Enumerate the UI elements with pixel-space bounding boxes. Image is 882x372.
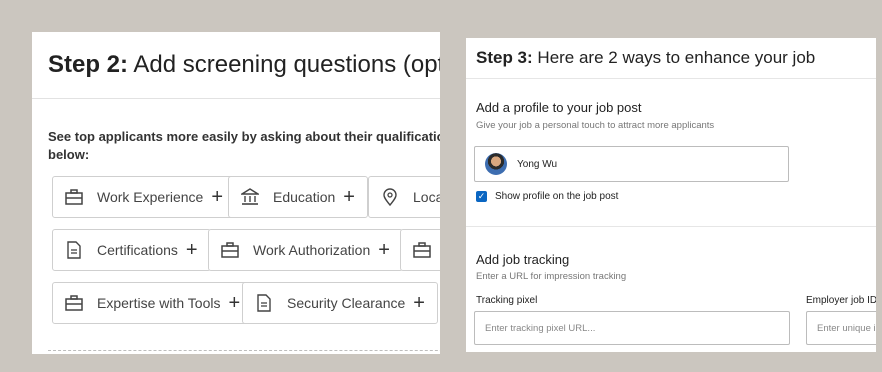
dashed-divider (48, 350, 440, 351)
chip-label: Education (273, 189, 336, 205)
chip-label: Security Clearance (287, 295, 406, 311)
employer-job-id-input[interactable]: Enter unique id (806, 311, 876, 345)
chip-label: Certifications (97, 242, 178, 258)
tracking-pixel-placeholder: Enter tracking pixel URL... (485, 322, 596, 334)
chip-label: Work Experience (97, 189, 204, 205)
chip-label: Expertise with Tools (97, 295, 221, 311)
tracking-pixel-label: Tracking pixel (476, 295, 538, 306)
briefcase-icon (413, 241, 431, 259)
section-divider (466, 226, 876, 227)
document-icon (255, 294, 273, 312)
institution-icon (241, 188, 259, 206)
plus-icon: + (228, 292, 241, 314)
profile-selector[interactable]: Yong Wu (474, 146, 789, 182)
chip-work-experience[interactable]: Work Experience + (52, 176, 237, 218)
plus-icon: + (211, 186, 224, 208)
chip-location[interactable]: Loca (368, 176, 440, 218)
tracking-pixel-input[interactable]: Enter tracking pixel URL... (474, 311, 790, 345)
step2-title: Step 2: Add screening questions (optiona… (32, 32, 440, 99)
step2-description: See top applicants more easily by asking… (48, 129, 440, 162)
chip-label: Loca (413, 189, 440, 205)
step2-title-bold: Step 2: (48, 51, 129, 78)
enhance-job-panel: Step 3: Here are 2 ways to enhance your … (466, 38, 876, 352)
step3-title: Step 3: Here are 2 ways to enhance your … (466, 38, 876, 79)
plus-icon: + (343, 186, 355, 208)
step3-title-text: Here are 2 ways to enhance your job (532, 48, 816, 67)
chip-more[interactable] (400, 229, 440, 271)
chip-expertise-with-tools[interactable]: Expertise with Tools + (52, 282, 254, 324)
profile-note: Give your job a personal touch to attrac… (476, 120, 715, 131)
document-icon (65, 241, 83, 259)
briefcase-icon (65, 294, 83, 312)
chip-education[interactable]: Education + (228, 176, 368, 218)
briefcase-icon (65, 188, 83, 206)
step3-title-bold: Step 3: (476, 48, 533, 67)
chip-security-clearance[interactable]: Security Clearance + (242, 282, 438, 324)
avatar (485, 153, 507, 175)
location-pin-icon (381, 188, 399, 206)
screening-questions-panel: Step 2: Add screening questions (optiona… (32, 32, 440, 354)
chip-certifications[interactable]: Certifications + (52, 229, 211, 271)
chip-work-authorization[interactable]: Work Authorization + (208, 229, 403, 271)
plus-icon: + (413, 292, 425, 314)
plus-icon: + (378, 239, 390, 261)
employer-job-id-label: Employer job ID (806, 295, 876, 306)
employer-job-id-placeholder: Enter unique id (817, 322, 876, 334)
briefcase-icon (221, 241, 239, 259)
profile-heading: Add a profile to your job post (476, 100, 642, 115)
profile-name: Yong Wu (517, 158, 558, 170)
tracking-heading: Add job tracking (476, 252, 570, 267)
show-profile-checkbox[interactable]: ✓ (476, 191, 487, 202)
show-profile-label: Show profile on the job post (495, 191, 619, 202)
step2-title-text: Add screening questions (optional) (133, 51, 440, 78)
tracking-note: Enter a URL for impression tracking (476, 271, 627, 282)
chip-label: Work Authorization (253, 242, 371, 258)
plus-icon: + (185, 239, 198, 261)
show-profile-row[interactable]: ✓ Show profile on the job post (476, 191, 618, 202)
